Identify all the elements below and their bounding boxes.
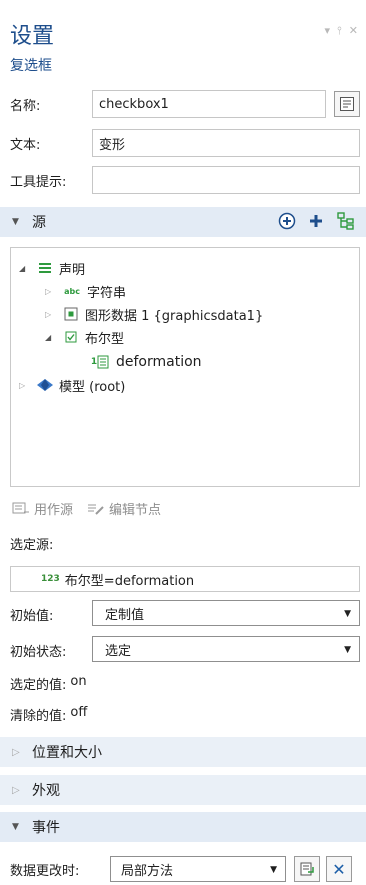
tooltip-row: 工具提示: bbox=[10, 166, 360, 194]
method-select[interactable]: 局部方法 ▼ bbox=[110, 856, 286, 882]
string-icon: abc bbox=[64, 286, 80, 296]
collapsed-arrow-icon[interactable]: ▷ bbox=[45, 310, 55, 319]
tooltip-label: 工具提示: bbox=[10, 174, 67, 190]
checkbox-icon bbox=[62, 331, 80, 343]
tree-item-declarations[interactable]: ◢ 声明 bbox=[19, 257, 85, 279]
collapse-arrow-icon: ▼ bbox=[12, 822, 19, 832]
rename-button[interactable] bbox=[334, 91, 360, 117]
selected-value-row: 选定的值: on bbox=[10, 674, 87, 693]
chevron-down-icon: ▼ bbox=[270, 865, 277, 875]
text-field[interactable]: 变形 bbox=[92, 129, 360, 157]
chevron-down-icon: ▼ bbox=[344, 645, 351, 655]
selected-source-value: 布尔型=deformation bbox=[64, 573, 195, 589]
cleared-value-label: 清除的值: bbox=[10, 709, 67, 724]
text-box-icon bbox=[340, 97, 354, 111]
tree-item-deformation[interactable]: 1 deformation bbox=[89, 351, 202, 373]
collapsed-arrow-icon[interactable]: ▷ bbox=[45, 287, 55, 296]
number-icon: 123 bbox=[41, 574, 60, 584]
use-as-source-button[interactable]: 用作源 bbox=[12, 499, 73, 518]
text-label: 文本: bbox=[10, 137, 41, 153]
position-size-title: 位置和大小 bbox=[32, 745, 102, 761]
page-title: 设置 bbox=[10, 24, 55, 49]
window-controls: ▾ ⫯ ✕ bbox=[324, 24, 358, 38]
edit-node-button[interactable]: 编辑节点 bbox=[87, 499, 161, 518]
initial-value-select[interactable]: 定制值 ▼ bbox=[92, 600, 360, 626]
model-icon bbox=[36, 378, 54, 392]
declarations-icon bbox=[36, 262, 54, 274]
selected-source-label: 选定源: bbox=[10, 538, 54, 553]
source-section-title: 源 bbox=[32, 215, 46, 231]
chevron-down-icon: ▼ bbox=[344, 609, 351, 619]
go-to-source-icon bbox=[300, 862, 314, 876]
text-row: 文本: 变形 bbox=[10, 129, 360, 157]
method-selected: 局部方法 bbox=[121, 863, 174, 879]
tree-item-label: 模型 (root) bbox=[59, 379, 126, 395]
source-toolbar bbox=[278, 212, 356, 230]
appearance-section-header[interactable]: ▷ 外观 bbox=[0, 775, 366, 805]
tree-item-label: 字符串 bbox=[87, 285, 127, 301]
close-icon: ✕ bbox=[332, 859, 346, 879]
selected-value-label: 选定的值: bbox=[10, 678, 67, 693]
dropdown-arrow-icon[interactable]: ▾ bbox=[324, 24, 330, 38]
tree-item-label: 布尔型 bbox=[85, 331, 125, 347]
expanded-arrow-icon[interactable]: ◢ bbox=[19, 264, 29, 273]
name-label: 名称: bbox=[10, 98, 41, 114]
selected-source-field: 123 布尔型=deformation bbox=[10, 566, 360, 592]
name-row: 名称: checkbox1 bbox=[10, 90, 360, 118]
appearance-title: 外观 bbox=[32, 783, 60, 799]
tree-item-label: deformation bbox=[116, 354, 202, 370]
add-circle-icon[interactable] bbox=[278, 212, 296, 230]
initial-state-selected: 选定 bbox=[105, 643, 132, 659]
initial-value-label: 初始值: bbox=[10, 609, 54, 624]
collapse-arrow-icon: ▼ bbox=[12, 217, 19, 227]
edit-node-icon bbox=[88, 504, 104, 515]
expand-arrow-icon: ▷ bbox=[12, 746, 20, 758]
source-tree[interactable]: ◢ 声明 ▷ abc 字符串 ▷ 图形数据 1 {graphicsdata1} … bbox=[10, 247, 360, 487]
edit-node-label: 编辑节点 bbox=[109, 503, 162, 518]
tree-node-icon[interactable] bbox=[336, 212, 356, 230]
use-as-source-label: 用作源 bbox=[34, 503, 74, 518]
go-to-method-button[interactable] bbox=[294, 856, 320, 882]
clear-method-button[interactable]: ✕ bbox=[326, 856, 352, 882]
initial-value-selected: 定制值 bbox=[105, 607, 145, 623]
cleared-value: off bbox=[70, 705, 88, 720]
position-size-section-header[interactable]: ▷ 位置和大小 bbox=[0, 737, 366, 767]
source-actions-toolbar: 用作源 编辑节点 bbox=[12, 499, 161, 518]
close-icon[interactable]: ✕ bbox=[349, 24, 358, 38]
tree-item-model[interactable]: ▷ 模型 (root) bbox=[19, 374, 125, 396]
tree-item-graphicsdata[interactable]: ▷ 图形数据 1 {graphicsdata1} bbox=[45, 303, 263, 325]
source-section-header[interactable]: ▼ 源 bbox=[0, 207, 366, 237]
tree-item-label: 图形数据 1 {graphicsdata1} bbox=[85, 308, 264, 324]
tooltip-field[interactable] bbox=[92, 166, 360, 194]
initial-state-select[interactable]: 选定 ▼ bbox=[92, 636, 360, 662]
pin-icon[interactable]: ⫯ bbox=[337, 24, 342, 38]
events-title: 事件 bbox=[32, 820, 60, 836]
cleared-value-row: 清除的值: off bbox=[10, 705, 87, 724]
on-data-change-row: 数据更改时: 局部方法 ▼ ✕ bbox=[10, 856, 352, 882]
use-as-source-icon bbox=[12, 502, 29, 513]
tree-item-string[interactable]: ▷ abc 字符串 bbox=[45, 280, 126, 302]
variable-icon: 1 bbox=[89, 355, 111, 369]
events-section-header[interactable]: ▼ 事件 bbox=[0, 812, 366, 842]
tree-item-boolean[interactable]: ◢ 布尔型 bbox=[45, 326, 124, 348]
add-icon[interactable] bbox=[308, 213, 324, 229]
initial-state-label: 初始状态: bbox=[10, 645, 67, 660]
page-subtitle: 复选框 bbox=[10, 58, 52, 74]
name-field[interactable]: checkbox1 bbox=[92, 90, 326, 118]
collapsed-arrow-icon[interactable]: ▷ bbox=[19, 381, 29, 390]
graphics-data-icon bbox=[62, 307, 80, 321]
expanded-arrow-icon[interactable]: ◢ bbox=[45, 333, 55, 342]
expand-arrow-icon: ▷ bbox=[12, 784, 20, 796]
tree-item-label: 声明 bbox=[59, 262, 86, 278]
selected-value: on bbox=[70, 674, 87, 689]
on-data-change-label: 数据更改时: bbox=[10, 863, 80, 879]
